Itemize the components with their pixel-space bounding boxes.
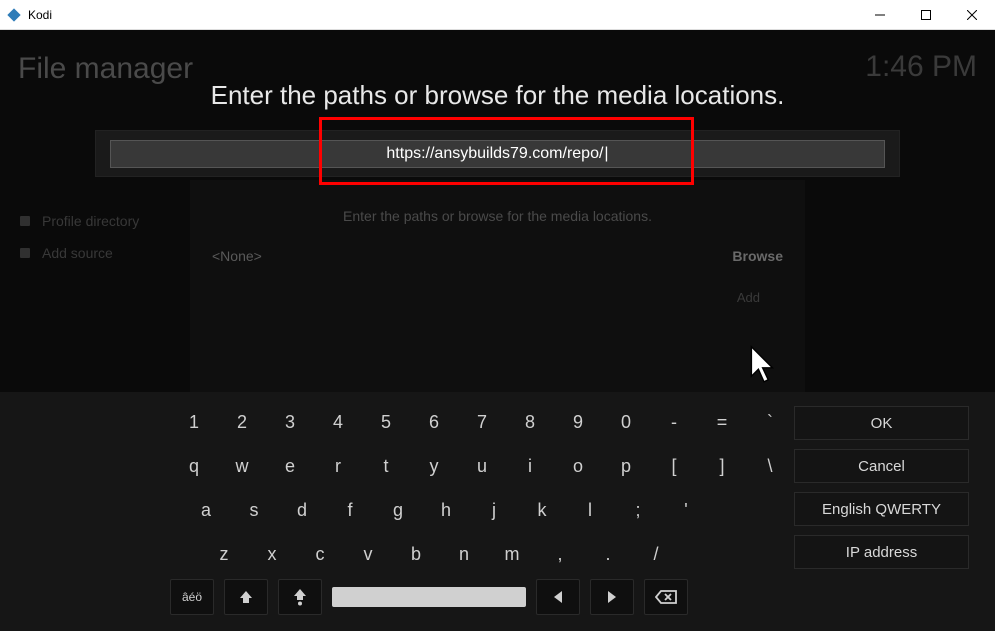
key-accent[interactable]: âéö bbox=[170, 579, 214, 615]
url-input-value: https://ansybuilds79.com/repo/ bbox=[386, 145, 603, 163]
window-titlebar: Kodi bbox=[0, 0, 995, 30]
keyboard-row-2: qwertyuiop[]\ bbox=[170, 444, 794, 488]
url-input[interactable]: https://ansybuilds79.com/repo/| bbox=[110, 140, 885, 168]
key-right-arrow[interactable] bbox=[590, 579, 634, 615]
bg-prompt-text: Enter the paths or browse for the media … bbox=[190, 208, 805, 224]
key-b[interactable]: b bbox=[392, 534, 440, 574]
ok-button[interactable]: OK bbox=[794, 406, 969, 440]
key-f[interactable]: f bbox=[326, 490, 374, 530]
key-left-arrow[interactable] bbox=[536, 579, 580, 615]
key-z[interactable]: z bbox=[200, 534, 248, 574]
mouse-cursor-icon bbox=[750, 345, 778, 385]
keyboard-bottom-row: âéö bbox=[170, 579, 688, 615]
kodi-logo-icon bbox=[6, 7, 22, 23]
key-7[interactable]: 7 bbox=[458, 402, 506, 442]
key-t[interactable]: t bbox=[362, 446, 410, 486]
key-l[interactable]: l bbox=[566, 490, 614, 530]
key-o[interactable]: o bbox=[554, 446, 602, 486]
keyboard-side-buttons: OK Cancel English QWERTY IP address bbox=[794, 406, 969, 569]
input-prompt: Enter the paths or browse for the media … bbox=[0, 80, 995, 111]
key-d[interactable]: d bbox=[278, 490, 326, 530]
key-5[interactable]: 5 bbox=[362, 402, 410, 442]
key--[interactable]: - bbox=[650, 402, 698, 442]
key-backspace[interactable] bbox=[644, 579, 688, 615]
key-j[interactable]: j bbox=[470, 490, 518, 530]
cancel-button[interactable]: Cancel bbox=[794, 449, 969, 483]
path-none-text: <None> bbox=[212, 248, 262, 264]
key-s[interactable]: s bbox=[230, 490, 278, 530]
key-m[interactable]: m bbox=[488, 534, 536, 574]
key-c[interactable]: c bbox=[296, 534, 344, 574]
minimize-button[interactable] bbox=[857, 0, 903, 30]
key-shift[interactable] bbox=[224, 579, 268, 615]
key-8[interactable]: 8 bbox=[506, 402, 554, 442]
keyboard-row-3: asdfghjkl;' bbox=[182, 488, 794, 532]
key-v[interactable]: v bbox=[344, 534, 392, 574]
key-;[interactable]: ; bbox=[614, 490, 662, 530]
key-4[interactable]: 4 bbox=[314, 402, 362, 442]
key-x[interactable]: x bbox=[248, 534, 296, 574]
key-h[interactable]: h bbox=[422, 490, 470, 530]
add-button-dimmed: Add bbox=[737, 290, 760, 305]
key-u[interactable]: u bbox=[458, 446, 506, 486]
key-p[interactable]: p bbox=[602, 446, 650, 486]
key-3[interactable]: 3 bbox=[266, 402, 314, 442]
key-y[interactable]: y bbox=[410, 446, 458, 486]
key-/[interactable]: / bbox=[632, 534, 680, 574]
text-cursor: | bbox=[604, 145, 608, 163]
sidebar-item-add-source[interactable]: Add source bbox=[0, 237, 159, 269]
main-content: File manager 1:46 PM Profile directory A… bbox=[0, 30, 995, 631]
key-'[interactable]: ' bbox=[662, 490, 710, 530]
key-r[interactable]: r bbox=[314, 446, 362, 486]
browse-button-dimmed: Browse bbox=[732, 248, 783, 264]
key-q[interactable]: q bbox=[170, 446, 218, 486]
key-e[interactable]: e bbox=[266, 446, 314, 486]
clock: 1:46 PM bbox=[865, 50, 977, 84]
sidebar-item-profile-directory[interactable]: Profile directory bbox=[0, 205, 159, 237]
key-i[interactable]: i bbox=[506, 446, 554, 486]
key-,[interactable]: , bbox=[536, 534, 584, 574]
key-k[interactable]: k bbox=[518, 490, 566, 530]
folder-icon bbox=[20, 216, 30, 226]
key-][interactable]: ] bbox=[698, 446, 746, 486]
keyboard-row-1: 1234567890-=` bbox=[170, 400, 794, 444]
key-`[interactable]: ` bbox=[746, 402, 794, 442]
maximize-button[interactable] bbox=[903, 0, 949, 30]
key-0[interactable]: 0 bbox=[602, 402, 650, 442]
key-=[interactable]: = bbox=[698, 402, 746, 442]
window-title: Kodi bbox=[28, 8, 857, 22]
key-caps[interactable] bbox=[278, 579, 322, 615]
key-[[interactable]: [ bbox=[650, 446, 698, 486]
key-a[interactable]: a bbox=[182, 490, 230, 530]
key-g[interactable]: g bbox=[374, 490, 422, 530]
onscreen-keyboard: 1234567890-=` qwertyuiop[]\ asdfghjkl;' … bbox=[0, 392, 995, 631]
keyboard-row-4: zxcvbnm,./ bbox=[200, 532, 794, 576]
key-w[interactable]: w bbox=[218, 446, 266, 486]
key-.[interactable]: . bbox=[584, 534, 632, 574]
key-2[interactable]: 2 bbox=[218, 402, 266, 442]
key-9[interactable]: 9 bbox=[554, 402, 602, 442]
url-input-wrapper: https://ansybuilds79.com/repo/| bbox=[95, 130, 900, 177]
key-1[interactable]: 1 bbox=[170, 402, 218, 442]
key-spacebar[interactable] bbox=[332, 587, 526, 607]
key-\[interactable]: \ bbox=[746, 446, 794, 486]
ip-address-button[interactable]: IP address bbox=[794, 535, 969, 569]
close-button[interactable] bbox=[949, 0, 995, 30]
layout-button[interactable]: English QWERTY bbox=[794, 492, 969, 526]
sidebar-item-label: Profile directory bbox=[42, 213, 139, 229]
key-n[interactable]: n bbox=[440, 534, 488, 574]
sidebar: Profile directory Add source bbox=[0, 205, 159, 269]
key-6[interactable]: 6 bbox=[410, 402, 458, 442]
sidebar-item-label: Add source bbox=[42, 245, 113, 261]
folder-icon bbox=[20, 248, 30, 258]
